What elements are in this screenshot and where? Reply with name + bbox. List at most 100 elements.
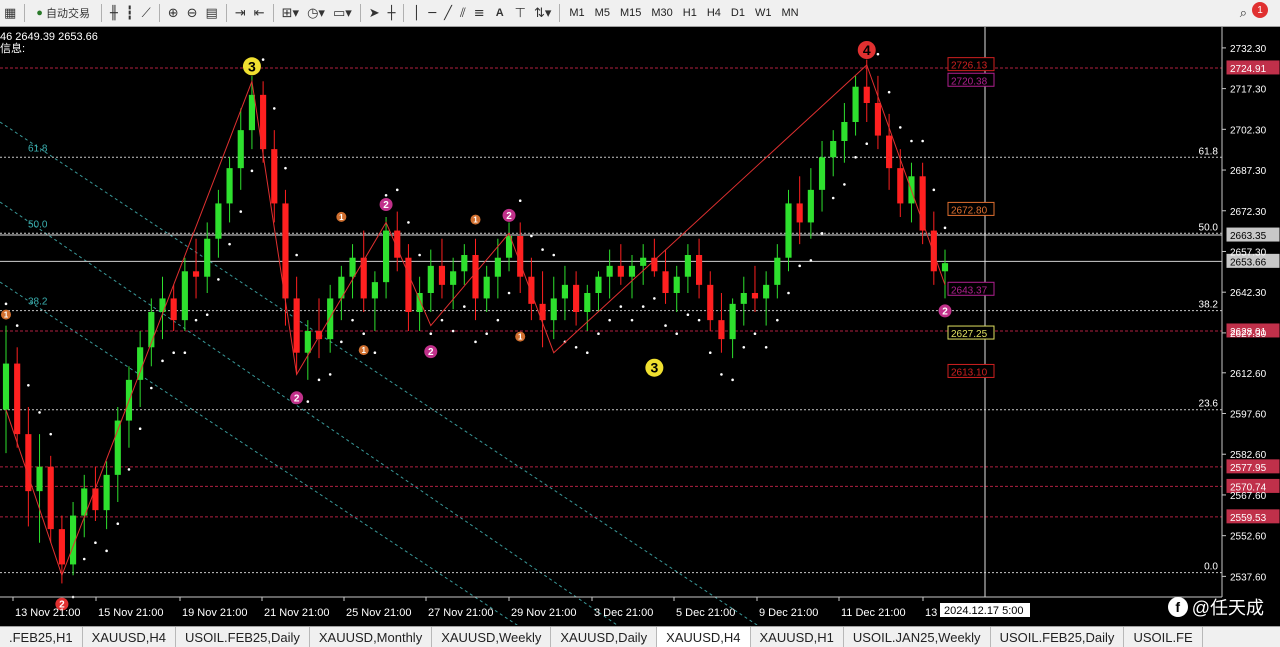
time-tick-label: 9 Dec 21:00 (759, 607, 818, 619)
zoom-in-icon[interactable]: ⊕ (165, 2, 182, 24)
timeframe-bar: M1 M5 M15 M30 H1 H4 D1 W1 MN (564, 7, 803, 19)
sar-dot (608, 318, 611, 322)
candle-body (215, 203, 222, 239)
sar-dot (27, 383, 30, 387)
price-tag-text: 2720.38 (951, 76, 988, 87)
fibonacci-icon[interactable]: ≡ (471, 2, 488, 24)
sar-dot (776, 318, 779, 322)
period-m30[interactable]: M30 (646, 7, 677, 19)
chart-tab[interactable]: USOIL.FEB25,Daily (176, 627, 310, 647)
candle-body (740, 293, 747, 304)
chart-tab[interactable]: USOIL.FEB25,Daily (991, 627, 1125, 647)
main-toolbar: ▦ ● 自动交易 ╫ ┇ ⟋ ⊕ ⊖ ▤ ⇥ ⇤ ⊞▾ ◷▾ ▭▾ ➤ ┼ │ ─… (0, 0, 1280, 27)
sar-dot (317, 378, 321, 382)
vertical-line-icon[interactable]: │ (409, 2, 423, 24)
sar-dot (485, 332, 488, 336)
sar-dot (384, 193, 388, 197)
trendline-icon[interactable]: ╱ (441, 2, 455, 24)
wave-label-text: 2 (428, 347, 434, 358)
periods-icon[interactable]: ◷▾ (304, 2, 328, 24)
toolbar-separator (24, 4, 26, 22)
period-m1[interactable]: M1 (564, 7, 589, 19)
search-icon[interactable]: ⌕ (1237, 2, 1250, 24)
candle-body (2, 363, 10, 410)
sar-dot (530, 234, 533, 238)
sar-dot (630, 318, 634, 322)
notification-badge[interactable]: 1 (1252, 2, 1268, 18)
autoscroll-icon[interactable]: ⇥ (232, 2, 249, 24)
text-label-icon[interactable]: ⊤ (512, 2, 529, 24)
indicators-icon[interactable]: ⊞▾ (279, 2, 302, 24)
toolbar-separator (403, 4, 405, 22)
sar-dot (921, 139, 924, 143)
chart-tab[interactable]: XAUUSD,Weekly (432, 627, 552, 647)
price-tick-label: 2717.30 (1230, 85, 1267, 96)
fib-level-label: 61.8 (28, 143, 48, 154)
sar-dot (463, 305, 466, 308)
price-chart[interactable]: 61.8 61.850.0 50.038.2 38.223.60.0 34322222… (0, 27, 1280, 625)
period-m5[interactable]: M5 (590, 7, 615, 19)
price-tag-text: 2672.80 (951, 205, 988, 216)
chart-tab[interactable]: .FEB25,H1 (0, 627, 83, 647)
sar-dot (686, 313, 690, 317)
period-w1[interactable]: W1 (750, 7, 777, 19)
wave-label-text: 4 (863, 42, 871, 58)
sar-dot (910, 139, 913, 143)
chart-tab[interactable]: USOIL.FE (1124, 627, 1203, 647)
candle-body (461, 255, 468, 272)
chart-shift-icon[interactable]: ⇤ (251, 2, 268, 24)
channel-icon[interactable]: ⫽ (457, 2, 469, 24)
new-chart-icon[interactable]: ▦ (1, 2, 19, 24)
candle-body (818, 157, 826, 190)
candle-body (170, 298, 177, 321)
crosshair-icon[interactable]: ┼ (385, 2, 399, 24)
candle-body (192, 271, 200, 277)
sar-dot (116, 522, 120, 526)
chart-tab[interactable]: XAUUSD,H1 (751, 627, 844, 647)
chart-tab[interactable]: USOIL.JAN25,Weekly (844, 627, 991, 647)
chart-tab[interactable]: XAUUSD,Monthly (310, 627, 433, 647)
candle-body (450, 271, 457, 285)
wave-label-text: 3 (650, 360, 658, 376)
candlestick-icon[interactable]: ┇ (123, 2, 137, 24)
wave-label-text: 2 (383, 200, 389, 211)
chart-tab[interactable]: XAUUSD,H4 (657, 627, 751, 647)
tile-windows-icon[interactable]: ▤ (203, 2, 221, 24)
candle-body (874, 103, 882, 136)
candle-body (573, 284, 580, 312)
chart-tab[interactable]: XAUUSD,H4 (83, 627, 177, 647)
period-d1[interactable]: D1 (726, 7, 750, 19)
sar-dot (194, 318, 198, 322)
horizontal-line-icon[interactable]: ─ (425, 2, 439, 24)
sar-dot (697, 318, 701, 322)
arrows-icon[interactable]: ⇅▾ (531, 2, 554, 24)
price-tick-label: 2612.60 (1230, 369, 1267, 380)
sar-dot (351, 318, 354, 322)
auto-trade-button[interactable]: ● 自动交易 (30, 2, 96, 24)
period-mn[interactable]: MN (776, 7, 803, 19)
sar-dot (429, 332, 433, 336)
text-tool-button[interactable]: A (490, 2, 510, 24)
toolbar-separator (158, 4, 160, 22)
toolbar-separator (359, 4, 361, 22)
zoom-out-icon[interactable]: ⊖ (184, 2, 201, 24)
price-tag-text: 2653.66 (1230, 257, 1267, 268)
sar-dot (552, 253, 556, 257)
templates-icon[interactable]: ▭▾ (330, 2, 355, 24)
line-chart-icon[interactable]: ⟋ (139, 2, 154, 24)
period-h4[interactable]: H4 (702, 7, 726, 19)
chart-tab[interactable]: XAUUSD,Daily (551, 627, 658, 647)
cursor-icon[interactable]: ➤ (366, 2, 383, 24)
sar-dot (787, 291, 790, 295)
sar-dot (653, 297, 656, 300)
sar-dot (239, 210, 243, 213)
candle-body (550, 298, 557, 321)
candle-body (763, 284, 770, 299)
bar-chart-icon[interactable]: ╫ (107, 2, 121, 24)
price-tag-text: 2726.13 (951, 61, 988, 72)
period-m15[interactable]: M15 (615, 7, 646, 19)
sar-dot (395, 188, 399, 192)
sar-dot (496, 318, 500, 322)
period-h1[interactable]: H1 (678, 7, 702, 19)
candle-body (103, 474, 110, 511)
